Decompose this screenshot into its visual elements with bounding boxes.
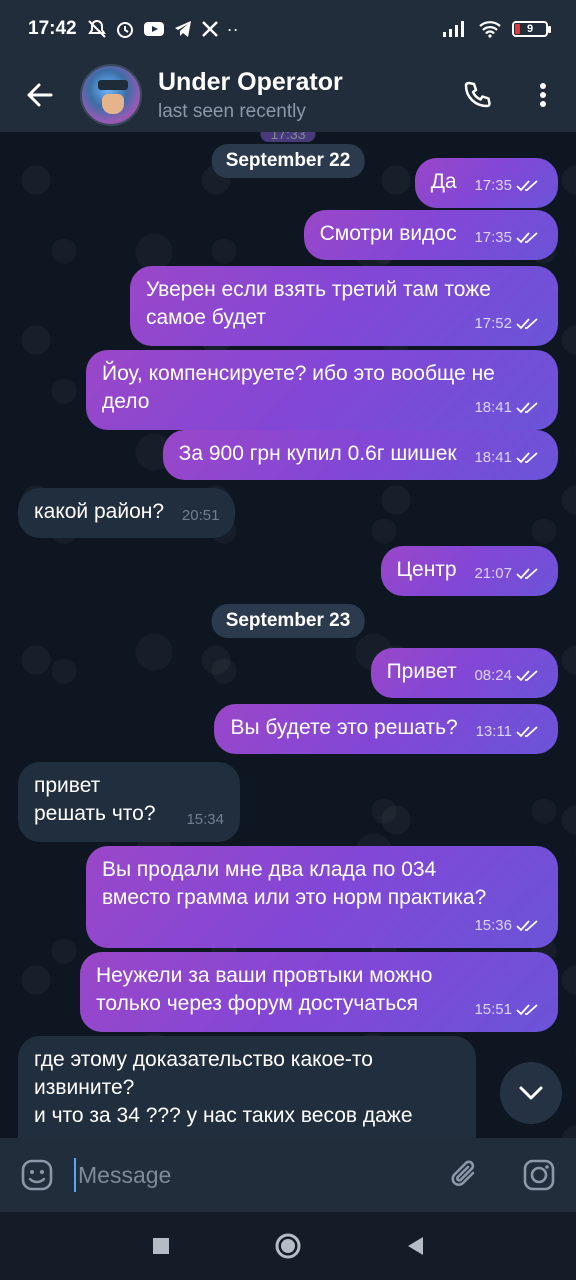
message-meta: 15:36 [102, 912, 542, 940]
home-circle-icon[interactable] [274, 1232, 302, 1260]
chat-title-area[interactable]: Under Operator last seen recently [158, 68, 444, 123]
message-text: Смотри видос [319, 222, 457, 245]
message-meta: 21:07 [474, 560, 542, 588]
more-notifications-icon: ·· [226, 18, 239, 39]
message-time: 20:51 [181, 507, 220, 524]
message-time: 18:41 [474, 399, 512, 416]
message-bubble[interactable]: Да 17:35 [414, 158, 558, 208]
last-seen-status: last seen recently [158, 100, 306, 122]
telegram-icon [174, 21, 191, 37]
message-text: где этому доказательство какое-то извини… [34, 1048, 413, 1127]
back-button[interactable] [0, 58, 80, 132]
message-time: 18:41 [474, 449, 512, 466]
double-check-icon [516, 318, 538, 330]
message-meta: 08:24 [474, 662, 542, 690]
message-bubble[interactable]: Уверен если взять третий там тоже самое … [130, 266, 558, 346]
message-text: Вы продали мне два клада по 034 вместо г… [102, 858, 487, 909]
message-text: Центр [396, 558, 457, 581]
message-text: За 900 грн купил 0.6г шишек [178, 442, 457, 465]
status-bar: 17:42 ·· 9 [0, 0, 576, 58]
double-check-icon [516, 670, 538, 682]
system-nav-bar [0, 1212, 576, 1280]
double-check-icon [516, 402, 538, 414]
back-triangle-icon[interactable] [405, 1235, 425, 1257]
attach-button[interactable] [428, 1138, 502, 1212]
phone-icon [464, 81, 491, 108]
message-bubble[interactable]: Центр 21:07 [380, 546, 558, 596]
contact-name: Under Operator [158, 67, 343, 96]
message-meta: 18:41 [102, 394, 542, 422]
wifi-icon [479, 21, 501, 38]
message-bubble[interactable]: Вы продали мне два клада по 034 вместо г… [86, 846, 558, 948]
instagram-camera-icon [523, 1159, 555, 1191]
mute-bell-icon [87, 19, 106, 38]
message-time: 21:07 [474, 565, 512, 582]
double-check-icon [516, 568, 538, 580]
message-time: 15:36 [474, 917, 512, 934]
partial-message-time: 17:33 [260, 132, 316, 142]
message-bubble[interactable]: Йоу, компенсируете? ибо это вообще не де… [86, 350, 558, 430]
x-icon [201, 21, 218, 37]
message-bubble[interactable]: Неужели за ваши провтыки можно только че… [80, 952, 558, 1032]
double-check-icon [516, 232, 538, 244]
double-check-icon [516, 1004, 538, 1016]
message-time: 17:35 [474, 177, 512, 194]
message-text: Да [430, 170, 457, 193]
recents-square-icon[interactable] [151, 1236, 171, 1256]
message-time: 08:24 [474, 667, 512, 684]
double-check-icon [516, 726, 538, 738]
message-bubble[interactable]: привет решать что? 15:34 [18, 762, 240, 842]
signal-icon [443, 21, 464, 37]
more-menu-button[interactable] [510, 58, 576, 132]
message-bubble[interactable]: За 900 грн купил 0.6г шишек 18:41 [162, 430, 558, 480]
message-bubble[interactable]: какой район? 20:51 [18, 488, 236, 538]
chevron-down-icon [519, 1086, 543, 1100]
chat-header: Under Operator last seen recently [0, 58, 576, 132]
message-bubble[interactable]: Смотри видос 17:35 [303, 210, 558, 260]
alarm-icon [116, 22, 133, 38]
date-separator: September 23 [211, 604, 365, 638]
message-composer: Message [0, 1138, 576, 1212]
battery-level: 9 [526, 23, 534, 35]
date-separator: September 22 [211, 144, 365, 178]
message-meta: 18:41 [474, 444, 542, 472]
message-bubble[interactable]: Вы будете это решать? 13:11 [214, 704, 558, 754]
battery-icon: 9 [512, 21, 551, 37]
message-meta: 17:35 [474, 224, 542, 252]
message-meta: 13:11 [476, 718, 542, 746]
message-text: Привет [386, 660, 457, 683]
emoji-icon [21, 1159, 53, 1191]
message-time: 17:52 [474, 315, 512, 332]
chat-area[interactable]: 17:33 September 22 Да 17:35 Смотри видос… [0, 132, 576, 1138]
message-meta: 20:51 [182, 502, 220, 530]
message-bubble[interactable]: где этому доказательство какое-то извини… [18, 1036, 476, 1138]
paperclip-icon [451, 1160, 475, 1186]
more-vert-icon [540, 83, 546, 107]
camera-button[interactable] [502, 1138, 576, 1212]
avatar[interactable] [80, 64, 142, 126]
scroll-to-bottom-button[interactable] [500, 1062, 562, 1124]
message-text: какой район? [34, 500, 165, 523]
message-bubble[interactable]: Привет 08:24 [370, 648, 558, 698]
message-time: 15:34 [186, 811, 224, 828]
status-time: 17:42 [28, 18, 77, 39]
double-check-icon [516, 180, 538, 192]
message-text: Вы будете это решать? [230, 716, 458, 739]
message-time: 13:11 [475, 723, 512, 740]
double-check-icon [516, 920, 538, 932]
double-check-icon [516, 452, 538, 464]
arrow-left-icon [27, 83, 53, 107]
emoji-button[interactable] [0, 1138, 74, 1212]
call-button[interactable] [444, 58, 510, 132]
message-meta: 17:35 [474, 172, 542, 200]
message-time: 17:35 [474, 229, 512, 246]
youtube-icon [143, 22, 164, 36]
message-input[interactable]: Message [74, 1158, 428, 1192]
message-time: 15:51 [474, 1001, 512, 1018]
